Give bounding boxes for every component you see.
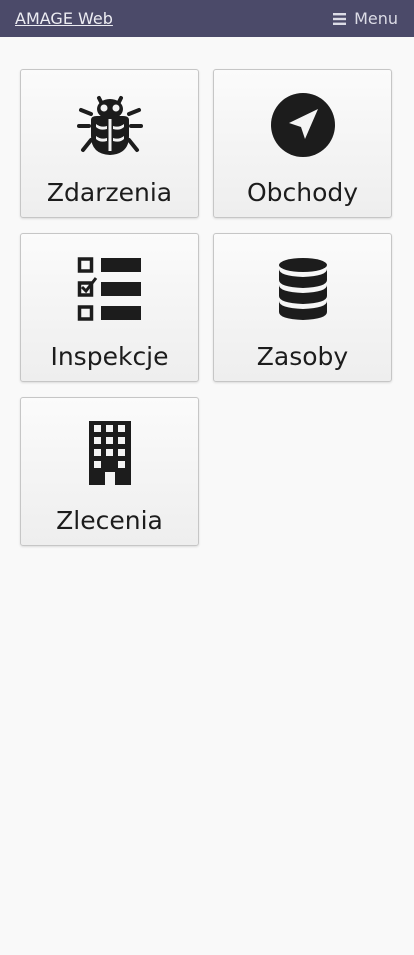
bars-icon xyxy=(333,13,347,25)
tile-label: Zlecenia xyxy=(56,506,163,535)
bug-icon xyxy=(21,92,198,158)
tile-obchody[interactable]: Obchody xyxy=(213,69,392,218)
tile-inspekcje[interactable]: Inspekcje xyxy=(20,233,199,382)
location-arrow-icon xyxy=(214,92,391,158)
tile-label: Zasoby xyxy=(256,342,349,371)
menu-button[interactable]: Menu xyxy=(333,9,398,29)
database-icon xyxy=(214,256,391,322)
brand-link[interactable]: AMAGE Web xyxy=(15,9,113,29)
tile-label: Obchody xyxy=(246,178,359,207)
tile-label: Zdarzenia xyxy=(46,178,173,207)
building-icon xyxy=(21,420,198,486)
tile-zasoby[interactable]: Zasoby xyxy=(213,233,392,382)
tile-label: Inspekcje xyxy=(50,342,169,371)
menu-label: Menu xyxy=(354,9,398,28)
tile-zdarzenia[interactable]: Zdarzenia xyxy=(20,69,199,218)
checklist-icon xyxy=(21,256,198,322)
tile-zlecenia[interactable]: Zlecenia xyxy=(20,397,199,546)
top-navbar: AMAGE Web Menu xyxy=(0,0,414,37)
